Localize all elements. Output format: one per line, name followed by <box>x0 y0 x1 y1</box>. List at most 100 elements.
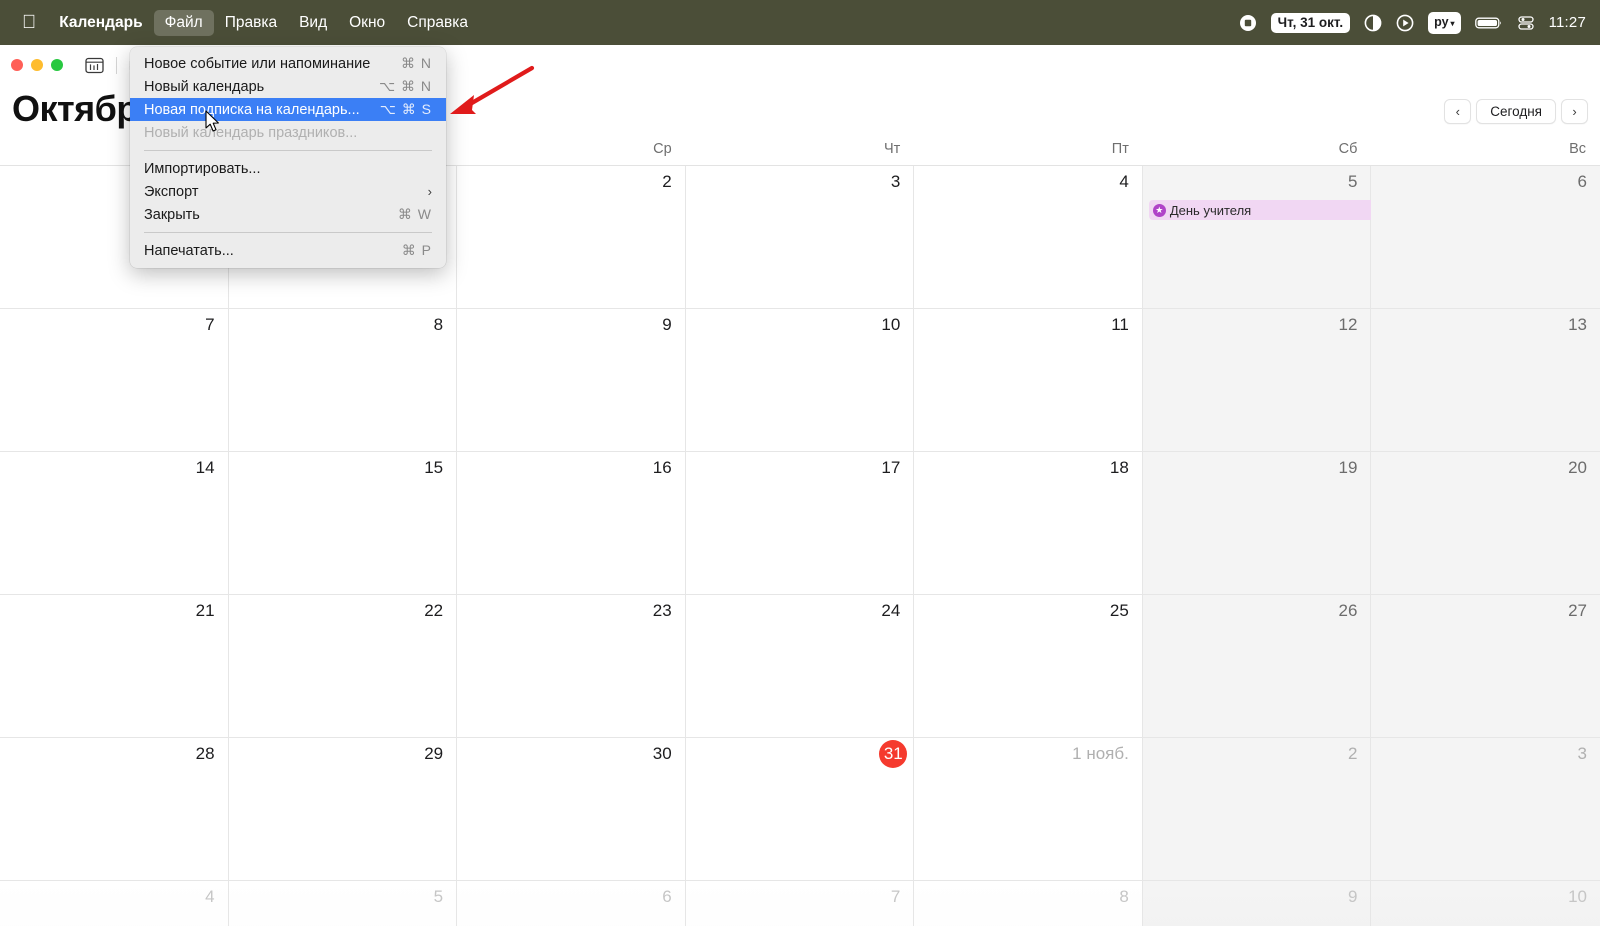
calendar-day-cell[interactable]: 8 <box>229 309 458 452</box>
calendar-day-cell[interactable]: 10 <box>1371 881 1600 926</box>
file-menu-item-label: Закрыть <box>144 207 382 223</box>
menu-item-calendar[interactable]: Календарь <box>48 10 153 36</box>
calendar-day-cell[interactable]: 31 <box>686 738 915 881</box>
calendar-day-cell[interactable]: 27 <box>1371 595 1600 738</box>
calendar-day-cell[interactable]: 3 <box>1371 738 1600 881</box>
calendar-day-cell[interactable]: 20 <box>1371 452 1600 595</box>
calendar-day-cell[interactable]: 4 <box>914 166 1143 309</box>
red-pointer-arrow <box>440 62 540 127</box>
calendar-day-cell[interactable]: 23 <box>457 595 686 738</box>
close-window-button[interactable] <box>11 59 23 71</box>
next-period-button[interactable]: › <box>1561 99 1588 124</box>
day-number: 9 <box>1348 887 1357 907</box>
menu-item-window[interactable]: Окно <box>338 10 396 36</box>
calendar-day-cell[interactable]: 12 <box>1143 309 1372 452</box>
menu-item-edit[interactable]: Правка <box>214 10 288 36</box>
calendar-day-cell[interactable]: 6 <box>457 881 686 926</box>
calendar-day-cell[interactable]: 28 <box>0 738 229 881</box>
menu-bar-left:  Календарь Файл Правка Вид Окно Справка <box>0 0 479 45</box>
file-menu-item[interactable]: Новая подписка на календарь...⌥ ⌘ S <box>130 98 446 121</box>
calendar-day-cell[interactable]: 7 <box>686 881 915 926</box>
calendar-day-cell[interactable]: 22 <box>229 595 458 738</box>
macos-menu-bar:  Календарь Файл Правка Вид Окно Справка… <box>0 0 1600 45</box>
apple-logo-icon[interactable]:  <box>10 10 48 36</box>
menu-item-shortcut: ⌥ ⌘ S <box>380 101 432 118</box>
menu-item-view[interactable]: Вид <box>288 10 338 36</box>
menu-item-calendar-label: Календарь <box>59 14 142 32</box>
day-number: 19 <box>1339 458 1358 478</box>
weekday-header: Сб <box>1143 133 1372 165</box>
previous-period-button[interactable]: ‹ <box>1444 99 1471 124</box>
today-button-label: Сегодня <box>1490 104 1542 119</box>
calendar-day-cell[interactable]: 5 ★ День учителя <box>1143 166 1372 309</box>
day-number: 16 <box>653 458 672 478</box>
day-number: 12 <box>1339 315 1358 335</box>
calendar-day-cell[interactable]: 16 <box>457 452 686 595</box>
day-number: 30 <box>653 744 672 764</box>
calendar-day-cell[interactable]: 5 <box>229 881 458 926</box>
day-number: 28 <box>196 744 215 764</box>
day-number: 24 <box>881 601 900 621</box>
battery-icon[interactable] <box>1475 16 1503 30</box>
calendar-day-cell[interactable]: 14 <box>0 452 229 595</box>
calendar-day-cell[interactable]: 9 <box>1143 881 1372 926</box>
calendar-day-cell[interactable]: 24 <box>686 595 915 738</box>
day-number: 2 <box>1348 744 1357 764</box>
minimize-window-button[interactable] <box>31 59 43 71</box>
calendar-sidebar-icon[interactable] <box>85 57 104 74</box>
calendar-day-cell[interactable]: 25 <box>914 595 1143 738</box>
file-menu-item[interactable]: Экспорт› <box>130 180 446 203</box>
calendar-day-cell[interactable]: 21 <box>0 595 229 738</box>
contrast-circle-icon[interactable] <box>1364 14 1382 32</box>
calendar-day-cell[interactable]: 6 <box>1371 166 1600 309</box>
day-number: 5 <box>1348 172 1357 192</box>
file-menu-item[interactable]: Новый календарь ⌥ ⌘ N <box>130 75 446 98</box>
weekday-header: Вс <box>1371 133 1600 165</box>
play-circle-icon[interactable] <box>1396 14 1414 32</box>
calendar-day-cell[interactable]: 8 <box>914 881 1143 926</box>
file-menu-item[interactable]: Закрыть⌘ W <box>130 203 446 226</box>
calendar-day-cell[interactable]: 17 <box>686 452 915 595</box>
calendar-day-cell[interactable]: 4 <box>0 881 229 926</box>
star-icon: ★ <box>1153 204 1166 217</box>
record-stop-icon[interactable] <box>1239 14 1257 32</box>
day-number: 8 <box>434 315 443 335</box>
calendar-day-cell[interactable]: 26 <box>1143 595 1372 738</box>
file-menu-item[interactable]: Новое событие или напоминание⌘ N <box>130 52 446 75</box>
menu-separator <box>144 150 432 151</box>
input-language-badge[interactable]: ру▾ <box>1428 12 1460 34</box>
menu-item-shortcut: ⌥ ⌘ N <box>379 78 432 95</box>
calendar-day-cell[interactable]: 29 <box>229 738 458 881</box>
mouse-cursor <box>205 110 221 139</box>
file-menu-item[interactable]: Импортировать... <box>130 157 446 180</box>
control-center-icon[interactable] <box>1517 14 1535 32</box>
calendar-day-cell[interactable]: 7 <box>0 309 229 452</box>
file-menu-item[interactable]: Напечатать...⌘ P <box>130 239 446 262</box>
app-root:  Календарь Файл Правка Вид Окно Справка… <box>0 0 1600 926</box>
calendar-day-cell[interactable]: 19 <box>1143 452 1372 595</box>
menu-item-help[interactable]: Справка <box>396 10 479 36</box>
calendar-day-cell[interactable]: 30 <box>457 738 686 881</box>
calendar-day-cell[interactable]: 15 <box>229 452 458 595</box>
calendar-day-cell[interactable]: 3 <box>686 166 915 309</box>
calendar-day-cell[interactable]: 18 <box>914 452 1143 595</box>
window-traffic-lights <box>0 59 63 71</box>
calendar-day-cell[interactable]: 2 <box>1143 738 1372 881</box>
date-badge[interactable]: Чт, 31 окт. <box>1271 13 1351 33</box>
calendar-day-cell[interactable]: 9 <box>457 309 686 452</box>
day-number: 23 <box>653 601 672 621</box>
today-button[interactable]: Сегодня <box>1476 99 1556 124</box>
calendar-day-cell[interactable]: 2 <box>457 166 686 309</box>
menu-item-edit-label: Правка <box>225 14 277 32</box>
calendar-day-cell[interactable]: 13 <box>1371 309 1600 452</box>
calendar-day-cell[interactable]: 1 нояб. <box>914 738 1143 881</box>
menu-item-file[interactable]: Файл <box>154 10 214 36</box>
day-number: 17 <box>881 458 900 478</box>
file-menu-item-label: Новый календарь праздников... <box>144 125 432 141</box>
file-menu-item-label: Новый календарь <box>144 79 363 95</box>
maximize-window-button[interactable] <box>51 59 63 71</box>
calendar-day-cell[interactable]: 11 <box>914 309 1143 452</box>
menu-bar-clock[interactable]: 11:27 <box>1549 14 1586 31</box>
calendar-day-cell[interactable]: 10 <box>686 309 915 452</box>
calendar-event-title: День учителя <box>1170 203 1251 218</box>
